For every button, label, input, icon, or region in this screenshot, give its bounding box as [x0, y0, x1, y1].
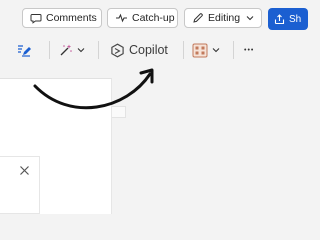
ribbon-divider: [183, 41, 184, 59]
comment-icon: [30, 14, 42, 24]
share-icon: [274, 13, 285, 24]
ribbon-divider: [98, 41, 99, 59]
editing-label: Editing: [208, 12, 241, 24]
add-ins-button[interactable]: [192, 37, 224, 63]
designer-button[interactable]: [58, 37, 88, 63]
catch-up-label: Catch-up: [132, 12, 175, 24]
editor-button[interactable]: [16, 37, 34, 63]
chevron-down-icon: [77, 48, 85, 53]
chevron-down-icon: [246, 16, 254, 21]
chevron-down-icon: [212, 48, 220, 53]
editing-mode-button[interactable]: Editing: [184, 8, 262, 28]
editor-pen-icon: [18, 45, 31, 57]
more-options-icon: •••: [244, 46, 255, 54]
ribbon-toolbar: Copilot •••: [0, 37, 300, 63]
copilot-button[interactable]: Copilot: [110, 37, 172, 63]
catch-up-button[interactable]: Catch-up: [107, 8, 178, 28]
copilot-icon: [111, 43, 124, 57]
pencil-icon: [193, 13, 203, 23]
comments-button[interactable]: Comments: [22, 8, 102, 28]
comments-label: Comments: [46, 12, 97, 24]
share-button[interactable]: Sh: [268, 8, 308, 30]
ribbon-divider: [233, 41, 234, 59]
more-options-button[interactable]: •••: [244, 37, 264, 63]
pane-tab: [112, 106, 126, 118]
magic-wand-icon: [60, 44, 72, 55]
pulse-icon: [116, 13, 127, 23]
ribbon-divider: [49, 41, 50, 59]
copilot-label: Copilot: [129, 43, 168, 57]
grid-icon: [192, 43, 208, 57]
share-label: Sh: [289, 13, 302, 25]
title-bar: Comments Catch-up Editing Sh: [0, 0, 308, 36]
close-button[interactable]: [17, 163, 31, 177]
close-icon: [19, 165, 29, 175]
